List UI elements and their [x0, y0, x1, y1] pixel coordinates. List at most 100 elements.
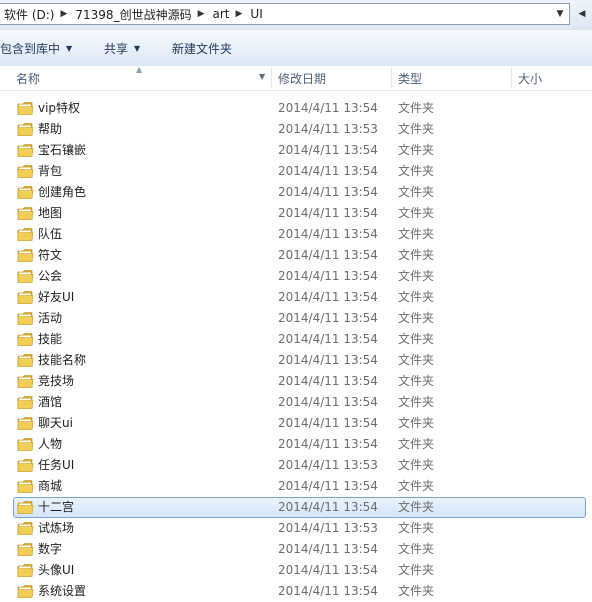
file-type: 文件夹 — [398, 479, 435, 493]
folder-icon — [17, 269, 34, 284]
file-row[interactable]: 系统设置 2014/4/11 13:54 文件夹 — [0, 581, 592, 602]
new-folder-label: 新建文件夹 — [172, 41, 233, 56]
column-header-type[interactable]: 类型 — [398, 66, 422, 90]
file-name: 背包 — [38, 164, 63, 178]
file-name: 任务UI — [38, 458, 75, 472]
file-row[interactable]: 宝石镶嵌 2014/4/11 13:54 文件夹 — [0, 140, 592, 161]
file-row[interactable]: 头像UI 2014/4/11 13:54 文件夹 — [0, 560, 592, 581]
file-row[interactable]: 背包 2014/4/11 13:54 文件夹 — [0, 161, 592, 182]
file-type: 文件夹 — [398, 185, 435, 199]
file-row[interactable]: 技能 2014/4/11 13:54 文件夹 — [0, 329, 592, 350]
column-header-label: 类型 — [398, 71, 423, 86]
file-row[interactable]: 技能名称 2014/4/11 13:54 文件夹 — [0, 350, 592, 371]
file-name: 技能 — [38, 332, 63, 346]
folder-icon — [17, 395, 34, 410]
file-row[interactable]: 地图 2014/4/11 13:54 文件夹 — [0, 203, 592, 224]
file-row[interactable]: 任务UI 2014/4/11 13:53 文件夹 — [0, 455, 592, 476]
file-name: 试炼场 — [38, 521, 75, 535]
share-button[interactable]: 共享 ▼ — [104, 30, 140, 66]
file-name: 头像UI — [38, 563, 75, 577]
address-bar: 软件 (D:) ▶ 71398_创世战神源码 ▶ art ▶ UI ▼ ◀ — [0, 0, 592, 31]
file-row[interactable]: 酒馆 2014/4/11 13:54 文件夹 — [0, 392, 592, 413]
file-row[interactable]: vip特权 2014/4/11 13:54 文件夹 — [0, 98, 592, 119]
column-filter-dropdown-icon[interactable]: ▼ — [259, 72, 265, 81]
file-row[interactable]: 队伍 2014/4/11 13:54 文件夹 — [0, 224, 592, 245]
file-modified-date: 2014/4/11 13:54 — [278, 164, 378, 178]
breadcrumb-ui[interactable]: UI — [245, 4, 265, 24]
breadcrumb-label: 71398_创世战神源码 — [75, 7, 192, 22]
file-row[interactable]: 竞技场 2014/4/11 13:54 文件夹 — [0, 371, 592, 392]
file-row[interactable]: 十二宫 2014/4/11 13:54 文件夹 — [0, 497, 592, 518]
new-folder-button[interactable]: 新建文件夹 — [172, 30, 232, 66]
chevron-right-icon[interactable]: ▶ — [198, 9, 205, 19]
file-modified-date: 2014/4/11 13:54 — [278, 395, 378, 409]
file-type: 文件夹 — [398, 248, 435, 262]
file-modified-date: 2014/4/11 13:54 — [278, 290, 378, 304]
file-row[interactable]: 创建角色 2014/4/11 13:54 文件夹 — [0, 182, 592, 203]
address-history-dropdown-icon[interactable]: ▼ — [551, 4, 569, 24]
breadcrumb-project[interactable]: 71398_创世战神源码 ▶ — [70, 4, 207, 24]
scroll-left-icon[interactable]: ◀ — [574, 5, 590, 23]
file-modified-date: 2014/4/11 13:54 — [278, 437, 378, 451]
file-modified-date: 2014/4/11 13:54 — [278, 374, 378, 388]
file-name: 酒馆 — [38, 395, 63, 409]
chevron-down-icon: ▼ — [134, 43, 141, 53]
file-name: 活动 — [38, 311, 63, 325]
file-modified-date: 2014/4/11 13:54 — [278, 185, 378, 199]
file-type: 文件夹 — [398, 374, 435, 388]
chevron-down-icon: ▼ — [66, 43, 73, 53]
file-row[interactable]: 聊天ui 2014/4/11 13:54 文件夹 — [0, 413, 592, 434]
file-name: 好友UI — [38, 290, 75, 304]
sort-ascending-icon: ▲ — [136, 65, 143, 74]
file-type: 文件夹 — [398, 269, 435, 283]
share-label: 共享 — [104, 41, 129, 56]
chevron-right-icon[interactable]: ▶ — [60, 9, 67, 19]
column-header-size[interactable]: 大小 — [518, 66, 542, 90]
file-type: 文件夹 — [398, 521, 435, 535]
folder-icon — [17, 479, 34, 494]
column-header-label: 修改日期 — [278, 71, 327, 86]
folder-icon — [17, 143, 34, 158]
file-row[interactable]: 帮助 2014/4/11 13:53 文件夹 — [0, 119, 592, 140]
file-name: 公会 — [38, 269, 63, 283]
folder-icon — [17, 227, 34, 242]
folder-icon — [17, 458, 34, 473]
column-header-label: 名称 — [16, 71, 41, 86]
file-type: 文件夹 — [398, 311, 435, 325]
column-divider[interactable] — [511, 68, 512, 88]
file-row[interactable]: 活动 2014/4/11 13:54 文件夹 — [0, 308, 592, 329]
folder-icon — [17, 290, 34, 305]
include-in-library-button[interactable]: 包含到库中 ▼ — [0, 30, 72, 66]
file-modified-date: 2014/4/11 13:54 — [278, 584, 378, 598]
file-type: 文件夹 — [398, 143, 435, 157]
file-row[interactable]: 数字 2014/4/11 13:54 文件夹 — [0, 539, 592, 560]
file-modified-date: 2014/4/11 13:54 — [278, 227, 378, 241]
file-row[interactable]: 人物 2014/4/11 13:54 文件夹 — [0, 434, 592, 455]
column-divider[interactable] — [391, 68, 392, 88]
folder-icon — [17, 185, 34, 200]
file-row[interactable]: 好友UI 2014/4/11 13:54 文件夹 — [0, 287, 592, 308]
file-row[interactable]: 符文 2014/4/11 13:54 文件夹 — [0, 245, 592, 266]
file-name: 帮助 — [38, 122, 63, 136]
chevron-right-icon[interactable]: ▶ — [236, 9, 243, 19]
file-row[interactable]: 公会 2014/4/11 13:54 文件夹 — [0, 266, 592, 287]
file-type: 文件夹 — [398, 353, 435, 367]
file-name: vip特权 — [38, 101, 81, 115]
folder-icon — [17, 500, 34, 515]
file-row[interactable]: 试炼场 2014/4/11 13:53 文件夹 — [0, 518, 592, 539]
breadcrumb-drive[interactable]: 软件 (D:) ▶ — [0, 4, 70, 24]
breadcrumb[interactable]: 软件 (D:) ▶ 71398_创世战神源码 ▶ art ▶ UI ▼ — [0, 3, 570, 25]
file-row[interactable]: 商城 2014/4/11 13:54 文件夹 — [0, 476, 592, 497]
file-modified-date: 2014/4/11 13:54 — [278, 269, 378, 283]
file-type: 文件夹 — [398, 290, 435, 304]
file-list: vip特权 2014/4/11 13:54 文件夹 帮助 2014/4/11 13:53… — [0, 98, 592, 602]
folder-icon — [17, 416, 34, 431]
command-bar: 包含到库中 ▼ 共享 ▼ 新建文件夹 — [0, 30, 592, 67]
file-modified-date: 2014/4/11 13:54 — [278, 563, 378, 577]
breadcrumb-art[interactable]: art ▶ — [208, 4, 246, 24]
column-divider[interactable] — [271, 68, 272, 88]
column-header-name[interactable]: 名称 — [16, 66, 40, 90]
file-name: 地图 — [38, 206, 63, 220]
file-modified-date: 2014/4/11 13:54 — [278, 416, 378, 430]
column-header-date[interactable]: 修改日期 — [278, 66, 326, 90]
